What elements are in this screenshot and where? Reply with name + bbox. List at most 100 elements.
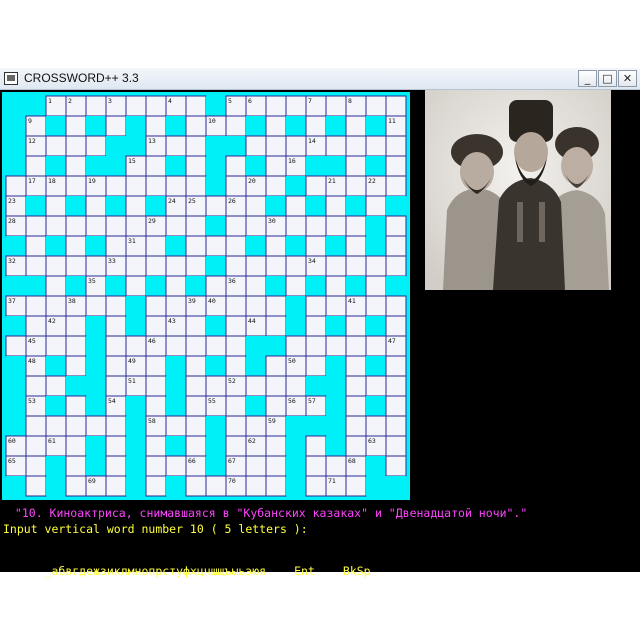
grid-cell[interactable]: [385, 135, 407, 157]
grid-cell[interactable]: [245, 295, 267, 317]
grid-cell[interactable]: [245, 415, 267, 437]
grid-cell[interactable]: [205, 275, 227, 297]
grid-cell[interactable]: [65, 335, 87, 357]
grid-cell[interactable]: [385, 295, 407, 317]
grid-cell[interactable]: [325, 335, 347, 357]
grid-cell[interactable]: [85, 135, 107, 157]
grid-cell[interactable]: [385, 155, 407, 177]
grid-cell[interactable]: [105, 375, 127, 397]
grid-cell[interactable]: [265, 235, 287, 257]
grid-cell[interactable]: [265, 255, 287, 277]
grid-cell[interactable]: [365, 275, 387, 297]
grid-cell[interactable]: [345, 255, 367, 277]
grid-cell[interactable]: [225, 155, 247, 177]
grid-cell[interactable]: [65, 135, 87, 157]
grid-cell[interactable]: [345, 315, 367, 337]
grid-cell[interactable]: [185, 435, 207, 457]
grid-cell[interactable]: [225, 395, 247, 417]
grid-cell[interactable]: [265, 355, 287, 377]
grid-cell[interactable]: [265, 435, 287, 457]
grid-cell[interactable]: [265, 295, 287, 317]
grid-cell[interactable]: [105, 475, 127, 497]
grid-cell[interactable]: [245, 455, 267, 477]
grid-cell[interactable]: [285, 195, 307, 217]
grid-cell[interactable]: [225, 175, 247, 197]
grid-cell[interactable]: [85, 255, 107, 277]
grid-cell[interactable]: [345, 335, 367, 357]
grid-cell[interactable]: [165, 335, 187, 357]
grid-cell[interactable]: [325, 195, 347, 217]
grid-cell[interactable]: [45, 275, 67, 297]
grid-cell[interactable]: [265, 475, 287, 497]
grid-cell[interactable]: [285, 275, 307, 297]
grid-cell[interactable]: [385, 255, 407, 277]
grid-cell[interactable]: [45, 295, 67, 317]
grid-cell[interactable]: [365, 335, 387, 357]
grid-cell[interactable]: [145, 235, 167, 257]
grid-cell[interactable]: [305, 215, 327, 237]
grid-cell[interactable]: [185, 375, 207, 397]
grid-cell[interactable]: [225, 415, 247, 437]
minimize-button[interactable]: _: [578, 70, 597, 87]
grid-cell[interactable]: [265, 455, 287, 477]
grid-cell[interactable]: [385, 215, 407, 237]
grid-cell[interactable]: [105, 355, 127, 377]
grid-cell[interactable]: [185, 335, 207, 357]
grid-cell[interactable]: [65, 175, 87, 197]
grid-cell[interactable]: [25, 215, 47, 237]
grid-cell[interactable]: [205, 335, 227, 357]
grid-cell[interactable]: [265, 395, 287, 417]
grid-cell[interactable]: [385, 355, 407, 377]
grid-cell[interactable]: [365, 95, 387, 117]
grid-cell[interactable]: [325, 275, 347, 297]
grid-cell[interactable]: [325, 295, 347, 317]
grid-cell[interactable]: [65, 235, 87, 257]
grid-cell[interactable]: [265, 175, 287, 197]
grid-cell[interactable]: [145, 435, 167, 457]
grid-cell[interactable]: [185, 235, 207, 257]
grid-cell[interactable]: [165, 255, 187, 277]
grid-cell[interactable]: [65, 255, 87, 277]
grid-cell[interactable]: [145, 155, 167, 177]
grid-cell[interactable]: [345, 215, 367, 237]
grid-cell[interactable]: [305, 355, 327, 377]
grid-cell[interactable]: [125, 335, 147, 357]
grid-cell[interactable]: [145, 395, 167, 417]
grid-cell[interactable]: [165, 415, 187, 437]
grid-cell[interactable]: [265, 135, 287, 157]
grid-cell[interactable]: [165, 295, 187, 317]
grid-cell[interactable]: [305, 115, 327, 137]
grid-cell[interactable]: [365, 295, 387, 317]
grid-cell[interactable]: [345, 355, 367, 377]
grid-cell[interactable]: [385, 375, 407, 397]
grid-cell[interactable]: [305, 475, 327, 497]
grid-cell[interactable]: [225, 435, 247, 457]
grid-cell[interactable]: [65, 455, 87, 477]
grid-cell[interactable]: [85, 95, 107, 117]
grid-cell[interactable]: [265, 115, 287, 137]
grid-cell[interactable]: [45, 335, 67, 357]
grid-cell[interactable]: [225, 235, 247, 257]
grid-cell[interactable]: [165, 455, 187, 477]
grid-cell[interactable]: [205, 375, 227, 397]
grid-cell[interactable]: [65, 215, 87, 237]
grid-cell[interactable]: [145, 475, 167, 497]
grid-cell[interactable]: [305, 175, 327, 197]
grid-cell[interactable]: [145, 255, 167, 277]
grid-cell[interactable]: [225, 215, 247, 237]
grid-cell[interactable]: [345, 135, 367, 157]
grid-cell[interactable]: [145, 115, 167, 137]
grid-cell[interactable]: [365, 135, 387, 157]
grid-cell[interactable]: [285, 215, 307, 237]
grid-cell[interactable]: [385, 395, 407, 417]
grid-cell[interactable]: [45, 215, 67, 237]
crossword-grid[interactable]: 1 2 3 4 5 6 7 89 10 1112 13 1415 1617 18 19 20 21 2223 24 2…: [2, 92, 410, 500]
grid-cell[interactable]: [165, 215, 187, 237]
grid-cell[interactable]: [265, 375, 287, 397]
app-icon[interactable]: [4, 72, 18, 85]
grid-cell[interactable]: [345, 175, 367, 197]
grid-cell[interactable]: [25, 255, 47, 277]
grid-cell[interactable]: [45, 255, 67, 277]
grid-cell[interactable]: [385, 415, 407, 437]
grid-cell[interactable]: [305, 315, 327, 337]
